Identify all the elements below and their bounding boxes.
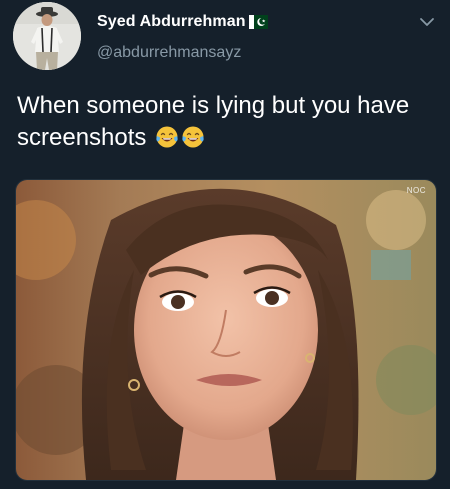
display-name[interactable]: Syed Abdurrehman	[97, 13, 268, 31]
tweet-card: Syed Abdurrehman @abdurrehmansayz When s…	[0, 0, 450, 489]
tweet-media-image[interactable]: NOC	[15, 179, 437, 481]
tweet-text: When someone is lying but you have scree…	[17, 90, 437, 154]
face-with-tears-of-joy-icon	[182, 126, 204, 148]
meme-photo	[16, 180, 436, 480]
tweet-text-content: When someone is lying but you have scree…	[17, 92, 410, 151]
pakistan-flag-icon	[248, 15, 268, 29]
media-watermark: NOC	[406, 186, 426, 195]
avatar-image	[13, 2, 81, 70]
avatar[interactable]	[13, 2, 81, 70]
chevron-down-icon[interactable]	[418, 16, 436, 28]
handle[interactable]: @abdurrehmansayz	[97, 44, 241, 62]
face-with-tears-of-joy-icon	[156, 126, 178, 148]
display-name-text: Syed Abdurrehman	[97, 13, 246, 30]
